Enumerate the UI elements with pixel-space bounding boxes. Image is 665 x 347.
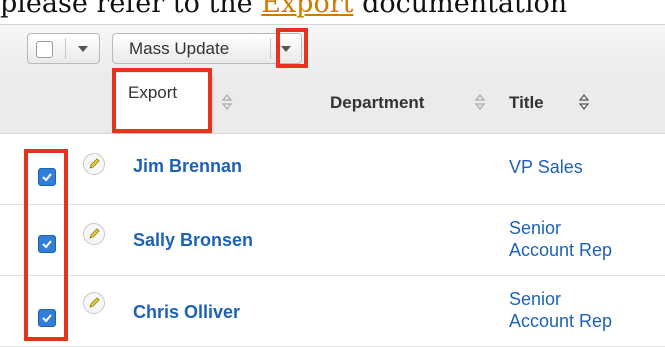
edit-pencil-icon[interactable] <box>83 292 105 314</box>
title-line: Account Rep <box>509 240 613 260</box>
documentation-text: please refer to the Export documentation <box>0 0 665 24</box>
column-header-row: Department Title <box>0 73 665 134</box>
edit-pencil-icon[interactable] <box>83 153 105 175</box>
title-line: Senior <box>509 218 562 238</box>
title-line: Account Rep <box>509 311 613 331</box>
record-name-link[interactable]: Jim Brennan <box>133 156 242 177</box>
record-name-link[interactable]: Sally Bronsen <box>133 230 253 251</box>
select-all-checkbox[interactable] <box>36 41 53 58</box>
column-header-department[interactable]: Department <box>330 73 424 133</box>
edit-pencil-icon[interactable] <box>83 223 105 245</box>
export-doc-link[interactable]: Export <box>261 0 353 19</box>
divider <box>65 38 66 59</box>
row-checkbox[interactable] <box>38 168 56 186</box>
actions-menu-chevron-icon[interactable] <box>281 46 291 52</box>
table-row: Jim Brennan VP Sales <box>0 134 665 205</box>
export-label: Export <box>128 83 178 102</box>
table-row: Chris Olliver Senior Account Rep <box>0 276 665 347</box>
sort-icon[interactable] <box>474 93 486 111</box>
sort-icon[interactable] <box>578 93 590 111</box>
record-title-link[interactable]: VP Sales <box>509 156 583 178</box>
title-line: Senior <box>509 289 562 309</box>
mass-update-button[interactable]: Mass Update <box>112 33 302 64</box>
check-icon <box>42 173 52 182</box>
check-icon <box>42 314 52 323</box>
list-toolbar: Mass Update <box>0 24 665 74</box>
row-checkbox[interactable] <box>38 235 56 253</box>
table-row: Sally Bronsen Senior Account Rep <box>0 205 665 276</box>
mass-update-label: Mass Update <box>129 39 230 58</box>
record-title-link[interactable]: Senior Account Rep <box>509 288 612 332</box>
select-all-dropdown[interactable] <box>27 33 100 64</box>
record-name-link[interactable]: Chris Olliver <box>133 302 240 323</box>
doc-text-after: documentation <box>353 0 568 19</box>
record-title-link[interactable]: Senior Account Rep <box>509 217 612 261</box>
row-checkbox[interactable] <box>38 309 56 327</box>
column-header-title[interactable]: Title <box>509 73 544 133</box>
export-menu-item[interactable]: Export <box>114 73 212 131</box>
chevron-down-icon[interactable] <box>78 46 88 52</box>
doc-text-before: please refer to the <box>0 0 262 19</box>
check-icon <box>42 240 52 249</box>
sort-icon[interactable] <box>221 93 233 111</box>
divider <box>270 38 271 59</box>
